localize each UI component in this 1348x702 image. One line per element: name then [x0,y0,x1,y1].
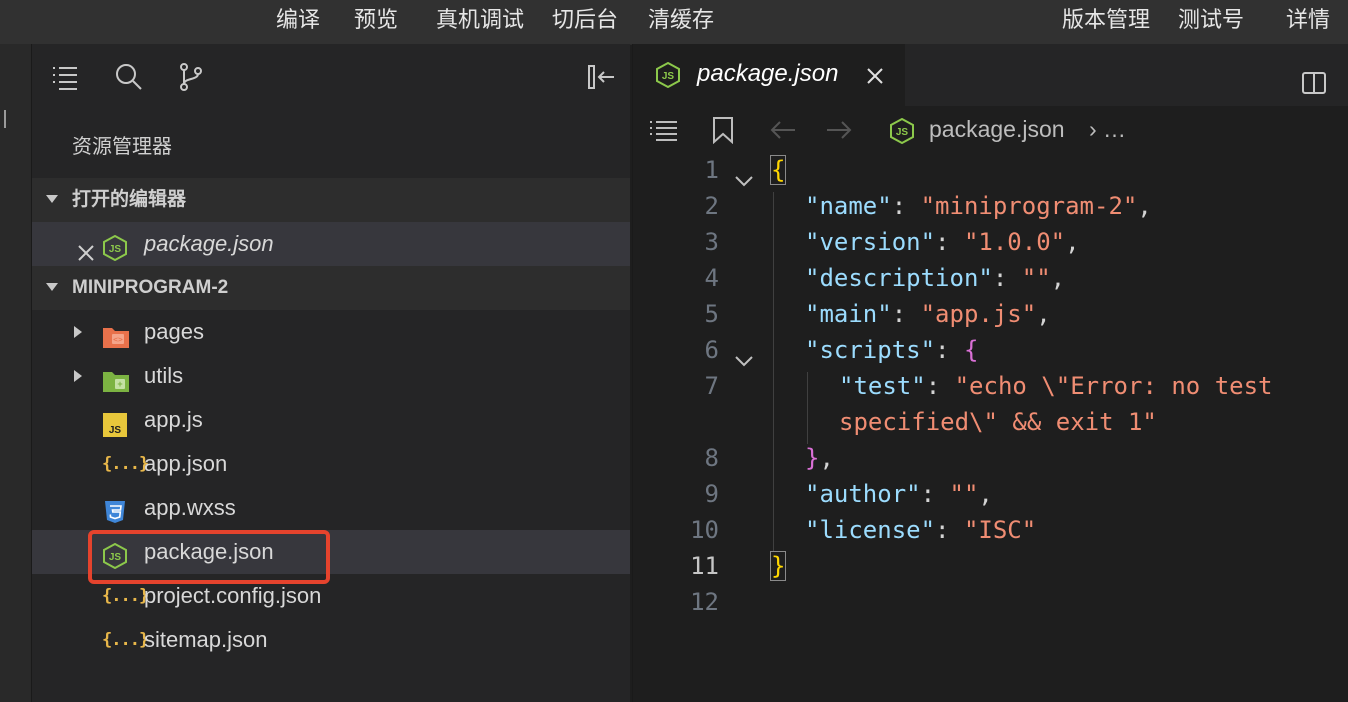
line-number: 5 [704,300,719,328]
source-control-icon[interactable] [176,62,206,92]
svg-text:JS: JS [662,71,675,82]
preview-button[interactable]: 预览 [354,0,398,44]
tab-label: package.json [697,60,839,87]
chevron-right-icon [74,370,82,382]
tree-item-label: pages [144,319,204,344]
explorer-sidebar: 资源管理器 打开的编辑器 JS package.json MINIPROGRAM… [32,44,630,702]
tree-item-label: app.wxss [144,495,236,520]
arrow-forward-icon[interactable] [825,118,853,142]
open-editor-label: package.json [144,231,274,256]
collapse-sidebar-icon[interactable] [586,62,616,92]
chevron-down-icon [46,283,58,291]
bookmark-icon[interactable] [711,116,735,145]
code-line-9: "author": "", [805,480,993,508]
js-file-icon: JS [102,408,130,437]
project-label: MINIPROGRAM-2 [72,277,229,298]
chevron-down-icon [46,195,58,203]
line-number: 8 [704,444,719,472]
svg-text:+: + [117,379,122,389]
outline-list-icon[interactable] [649,118,679,142]
pages-folder-icon: <> [102,320,130,348]
svg-text:<>: <> [113,335,123,344]
editor-tabbar: JS package.json [633,44,1348,106]
search-icon[interactable] [114,62,144,92]
line-number: 6 [704,336,719,364]
activity-bar [0,44,32,702]
tree-item-pages[interactable]: <> pages [32,310,630,354]
line-number: 9 [704,480,719,508]
tree-item-label: app.json [144,451,228,476]
node-json-icon: JS [102,232,130,262]
compile-button[interactable]: 编译 [276,0,320,44]
tree-item-app-json[interactable]: {...} app.json [32,442,630,486]
chevron-right-icon [74,326,82,338]
background-button[interactable]: 切后台 [552,0,618,44]
code-line-5: "main": "app.js", [805,300,1051,328]
close-icon[interactable] [76,234,96,261]
svg-text:JS: JS [109,244,122,255]
tree-item-label: sitemap.json [144,627,268,652]
tree-item-app-wxss[interactable]: app.wxss [32,486,630,530]
editor-area: JS package.json JS package.json › … 1 2 … [632,44,1348,702]
fold-chevron-icon[interactable] [733,166,755,187]
code-line-2: "name": "miniprogram-2", [805,192,1152,220]
json-braces-icon: {...} [102,630,149,650]
breadcrumb: JS package.json › … [633,106,1348,156]
line-number: 10 [690,516,719,544]
node-json-icon: JS [655,61,681,89]
version-management-button[interactable]: 版本管理 [1062,0,1150,44]
line-number: 12 [690,588,719,616]
test-id-button[interactable]: 测试号 [1178,0,1244,44]
json-braces-icon: {...} [102,454,149,474]
line-number: 1 [704,156,719,184]
code-line-1: { [769,155,787,185]
node-json-icon: JS [889,117,915,145]
indent-guide [773,192,774,552]
sidebar-toolbar [32,44,630,110]
line-number: 7 [704,372,719,400]
activity-indicator [0,110,6,128]
tree-item-utils[interactable]: + utils [32,354,630,398]
open-editor-item[interactable]: JS package.json [32,222,630,266]
line-number: 2 [704,192,719,220]
json-braces-icon: {...} [102,586,149,606]
details-button[interactable]: 详情 [1286,0,1330,44]
code-line-4: "description": "", [805,264,1066,292]
code-line-7: "test": "echo \"Error: no test [839,372,1273,400]
top-toolbar: 编译 预览 真机调试 切后台 清缓存 版本管理 测试号 详情 [0,0,1348,45]
open-editors-label: 打开的编辑器 [72,189,187,210]
arrow-back-icon[interactable] [769,118,797,142]
code-line-8: }, [805,444,834,472]
tree-item-app-js[interactable]: JS app.js [32,398,630,442]
tree-item-label: utils [144,363,184,388]
css-file-icon [102,496,130,523]
fold-chevron-icon[interactable] [733,346,755,367]
line-number: 3 [704,228,719,256]
breadcrumb-more[interactable]: › … [1089,116,1126,143]
tree-item-sitemap-json[interactable]: {...} sitemap.json [32,618,630,662]
tab-package-json[interactable]: JS package.json [633,44,905,106]
clear-cache-button[interactable]: 清缓存 [648,0,714,44]
code-line-7-wrap: specified\" && exit 1" [839,408,1157,436]
explorer-list-icon[interactable] [50,62,80,92]
device-debug-button[interactable]: 真机调试 [436,0,524,44]
utils-folder-icon: + [102,364,130,392]
tree-item-label: app.js [144,407,203,432]
js-glyph: JS [109,425,122,436]
indent-guide [807,372,808,444]
line-number: 4 [704,264,719,292]
line-number: 11 [690,552,719,580]
code-line-11: } [769,551,787,581]
project-header[interactable]: MINIPROGRAM-2 [32,266,630,310]
explorer-title: 资源管理器 [72,136,172,158]
code-line-3: "version": "1.0.0", [805,228,1080,256]
open-editors-header[interactable]: 打开的编辑器 [32,178,630,222]
code-line-6: "scripts": { [805,336,979,364]
code-line-10: "license": "ISC" [805,516,1037,544]
red-highlight-box [88,530,330,584]
split-editor-icon[interactable] [1301,70,1327,96]
svg-text:JS: JS [896,127,909,138]
breadcrumb-file[interactable]: package.json [929,116,1065,143]
close-icon[interactable] [865,66,885,86]
